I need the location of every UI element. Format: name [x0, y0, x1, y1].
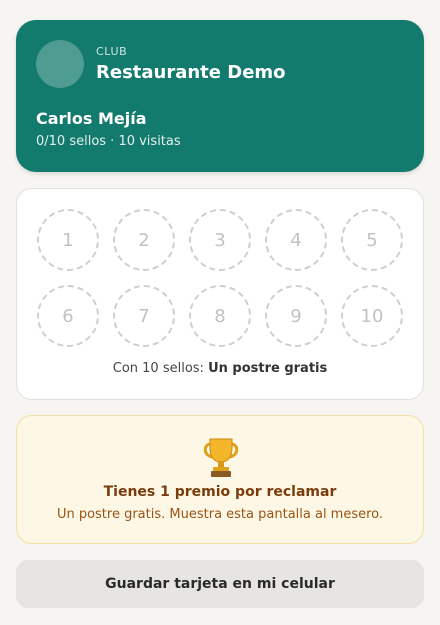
member-stats: 0/10 sellos · 10 visitas: [36, 134, 181, 149]
prize-title: Tienes 1 premio por reclamar: [103, 484, 337, 500]
stamp-slot: 3: [189, 209, 251, 271]
club-label: CLUB: [96, 45, 128, 58]
stamp-slot: 4: [265, 209, 327, 271]
stamp-slot: 9: [265, 285, 327, 347]
stamp-grid: 1 2 3 4 5 6 7 8 9 10: [37, 209, 405, 349]
stamp-slot: 6: [37, 285, 99, 347]
stamp-slot: 1: [37, 209, 99, 271]
save-card-button[interactable]: Guardar tarjeta en mi celular: [16, 560, 424, 608]
prize-card: Tienes 1 premio por reclamar Un postre g…: [16, 415, 424, 544]
trophy-icon: [203, 438, 239, 477]
club-card: CLUB Restaurante Demo Carlos Mejía 0/10 …: [16, 20, 424, 172]
restaurant-name: Restaurante Demo: [96, 62, 286, 83]
reward-text: Un postre gratis: [208, 361, 328, 376]
stamps-card: 1 2 3 4 5 6 7 8 9 10 Con 10 sellos: Un p…: [16, 188, 424, 400]
stamp-slot: 8: [189, 285, 251, 347]
club-logo: [36, 40, 84, 88]
prize-description: Un postre gratis. Muestra esta pantalla …: [56, 507, 384, 522]
reward-prefix: Con 10 sellos:: [112, 361, 209, 376]
stamp-slot: 10: [341, 285, 403, 347]
stamp-slot: 7: [113, 285, 175, 347]
stamp-slot: 2: [113, 209, 175, 271]
reward-note: Con 10 sellos: Un postre gratis: [17, 361, 423, 376]
member-name: Carlos Mejía: [36, 109, 147, 128]
stamp-slot: 5: [341, 209, 403, 271]
